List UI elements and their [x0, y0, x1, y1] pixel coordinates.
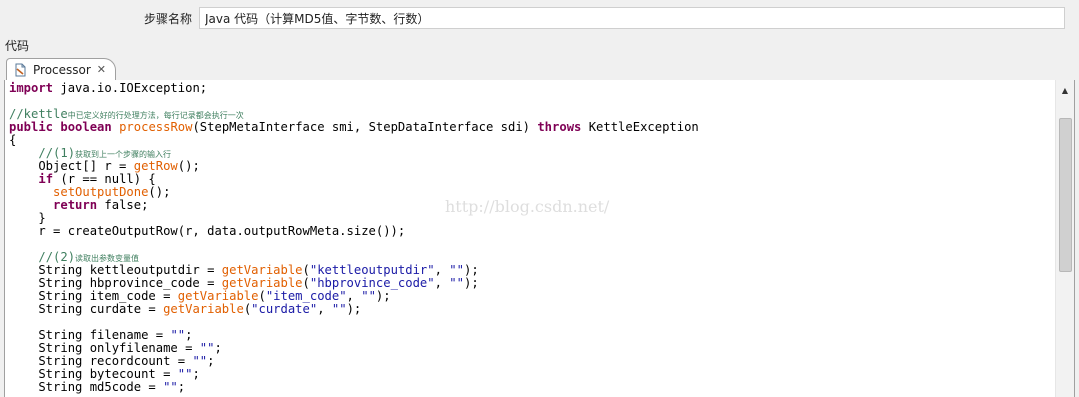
code-token: 获取到上一个步骤的输入行 [75, 150, 172, 159]
code-token: boolean [60, 120, 112, 134]
code-token: false; [97, 198, 149, 212]
tab-processor[interactable]: Processor ✕ [6, 58, 116, 80]
code-token: , [317, 302, 332, 316]
code-text[interactable]: import java.io.IOException; //kettle中已定义… [9, 82, 1052, 397]
code-token: (r == null) { [53, 172, 156, 186]
code-token: , [434, 276, 450, 290]
code-line[interactable]: import java.io.IOException; [9, 82, 1052, 95]
code-token: ); [346, 302, 362, 316]
code-token: ( [302, 276, 310, 290]
code-token: ); [463, 263, 479, 277]
code-token: 中已定义好的行处理方法，每行记录都会执行一次 [67, 111, 244, 120]
code-token: "" [331, 302, 347, 316]
code-token: "curdate" [251, 302, 318, 316]
code-line[interactable]: r = createOutputRow(r, data.outputRowMet… [9, 225, 1052, 238]
code-token: processRow [119, 120, 193, 134]
code-token: getVariable [177, 289, 259, 303]
code-token: getRow [133, 159, 178, 173]
code-token: String item_code = [9, 289, 178, 303]
code-token: "" [449, 276, 464, 290]
code-line[interactable] [9, 95, 1052, 108]
code-token: "" [163, 380, 178, 394]
code-line[interactable]: String md5code = ""; [9, 381, 1052, 394]
code-token: String bytecount = [9, 367, 178, 381]
code-token: "item_code" [265, 289, 347, 303]
code-token: , [434, 263, 450, 277]
code-token: "" [199, 341, 215, 355]
code-token: String onlyfilename = [9, 341, 200, 355]
code-token: ); [375, 289, 391, 303]
code-token: getVariable [221, 263, 303, 277]
step-name-input[interactable] [199, 7, 1065, 29]
code-token: ; [207, 354, 215, 368]
code-token: "" [192, 354, 208, 368]
code-token: , [346, 289, 362, 303]
scroll-up-icon[interactable]: ▲ [1056, 84, 1074, 98]
code-token: String kettleoutputdir = [9, 263, 222, 277]
java-class-icon [13, 63, 27, 77]
code-line[interactable]: public boolean processRow(StepMetaInterf… [9, 121, 1052, 134]
code-token: public [9, 120, 54, 134]
code-token: r = createOutputRow(r, data.outputRowMet… [9, 224, 406, 238]
code-token: //kettle [9, 107, 68, 121]
code-token: { [9, 133, 17, 147]
code-token: (StepMetaInterface smi, StepDataInterfac… [192, 120, 538, 134]
code-line[interactable]: { [9, 134, 1052, 147]
code-token: ( [302, 263, 310, 277]
code-token: import [9, 81, 54, 95]
tab-label: Processor [33, 62, 91, 77]
code-token: (); [148, 185, 171, 199]
code-token: getVariable [163, 302, 244, 316]
code-token: ; [177, 380, 186, 394]
code-token: ); [463, 276, 479, 290]
code-token: (); [177, 159, 200, 173]
code-token: "" [361, 289, 376, 303]
code-token: if [38, 172, 54, 186]
code-token: ; [192, 367, 200, 381]
code-token: String hbprovince_code = [9, 276, 222, 290]
code-token: Object[] r = [9, 159, 134, 173]
code-token: "kettleoutputdir" [309, 263, 435, 277]
code-section-label: 代码 [5, 39, 30, 53]
code-line[interactable]: String curdate = getVariable("curdate", … [9, 303, 1052, 316]
code-token: java.io.IOException; [53, 81, 208, 95]
code-token: ; [185, 328, 193, 342]
scrollbar-thumb[interactable] [1059, 118, 1072, 272]
code-token: KettleException [581, 120, 699, 134]
editor-tab-strip: Processor ✕ [4, 56, 1075, 81]
code-line[interactable]: Object[] r = getRow(); [9, 160, 1052, 173]
code-token: return [53, 198, 98, 212]
code-token: String recordcount = [9, 354, 193, 368]
code-token: //(1) [38, 146, 76, 160]
code-token: "hbprovince_code" [309, 276, 435, 290]
step-name-label: 步骤名称 [144, 12, 193, 26]
code-token: String md5code = [9, 380, 164, 394]
code-token: "" [170, 328, 186, 342]
close-icon[interactable]: ✕ [97, 63, 106, 76]
code-token: "" [177, 367, 193, 381]
code-token: setOutputDone [53, 185, 149, 199]
code-token: //(2) [38, 250, 76, 264]
code-token: String filename = [9, 328, 171, 342]
code-token: 读取出参数变量值 [75, 254, 140, 263]
code-token: ( [258, 289, 266, 303]
code-token: ; [214, 341, 222, 355]
code-line[interactable] [9, 238, 1052, 251]
code-token: throws [537, 120, 582, 134]
code-editor[interactable]: import java.io.IOException; //kettle中已定义… [4, 80, 1075, 397]
code-token: "" [449, 263, 464, 277]
code-token: String curdate = [9, 302, 164, 316]
code-token: getVariable [221, 276, 303, 290]
code-token: } [9, 211, 46, 225]
watermark: http://blog.csdn.net/ [445, 197, 610, 216]
vertical-scrollbar[interactable]: ▲ [1055, 80, 1074, 397]
